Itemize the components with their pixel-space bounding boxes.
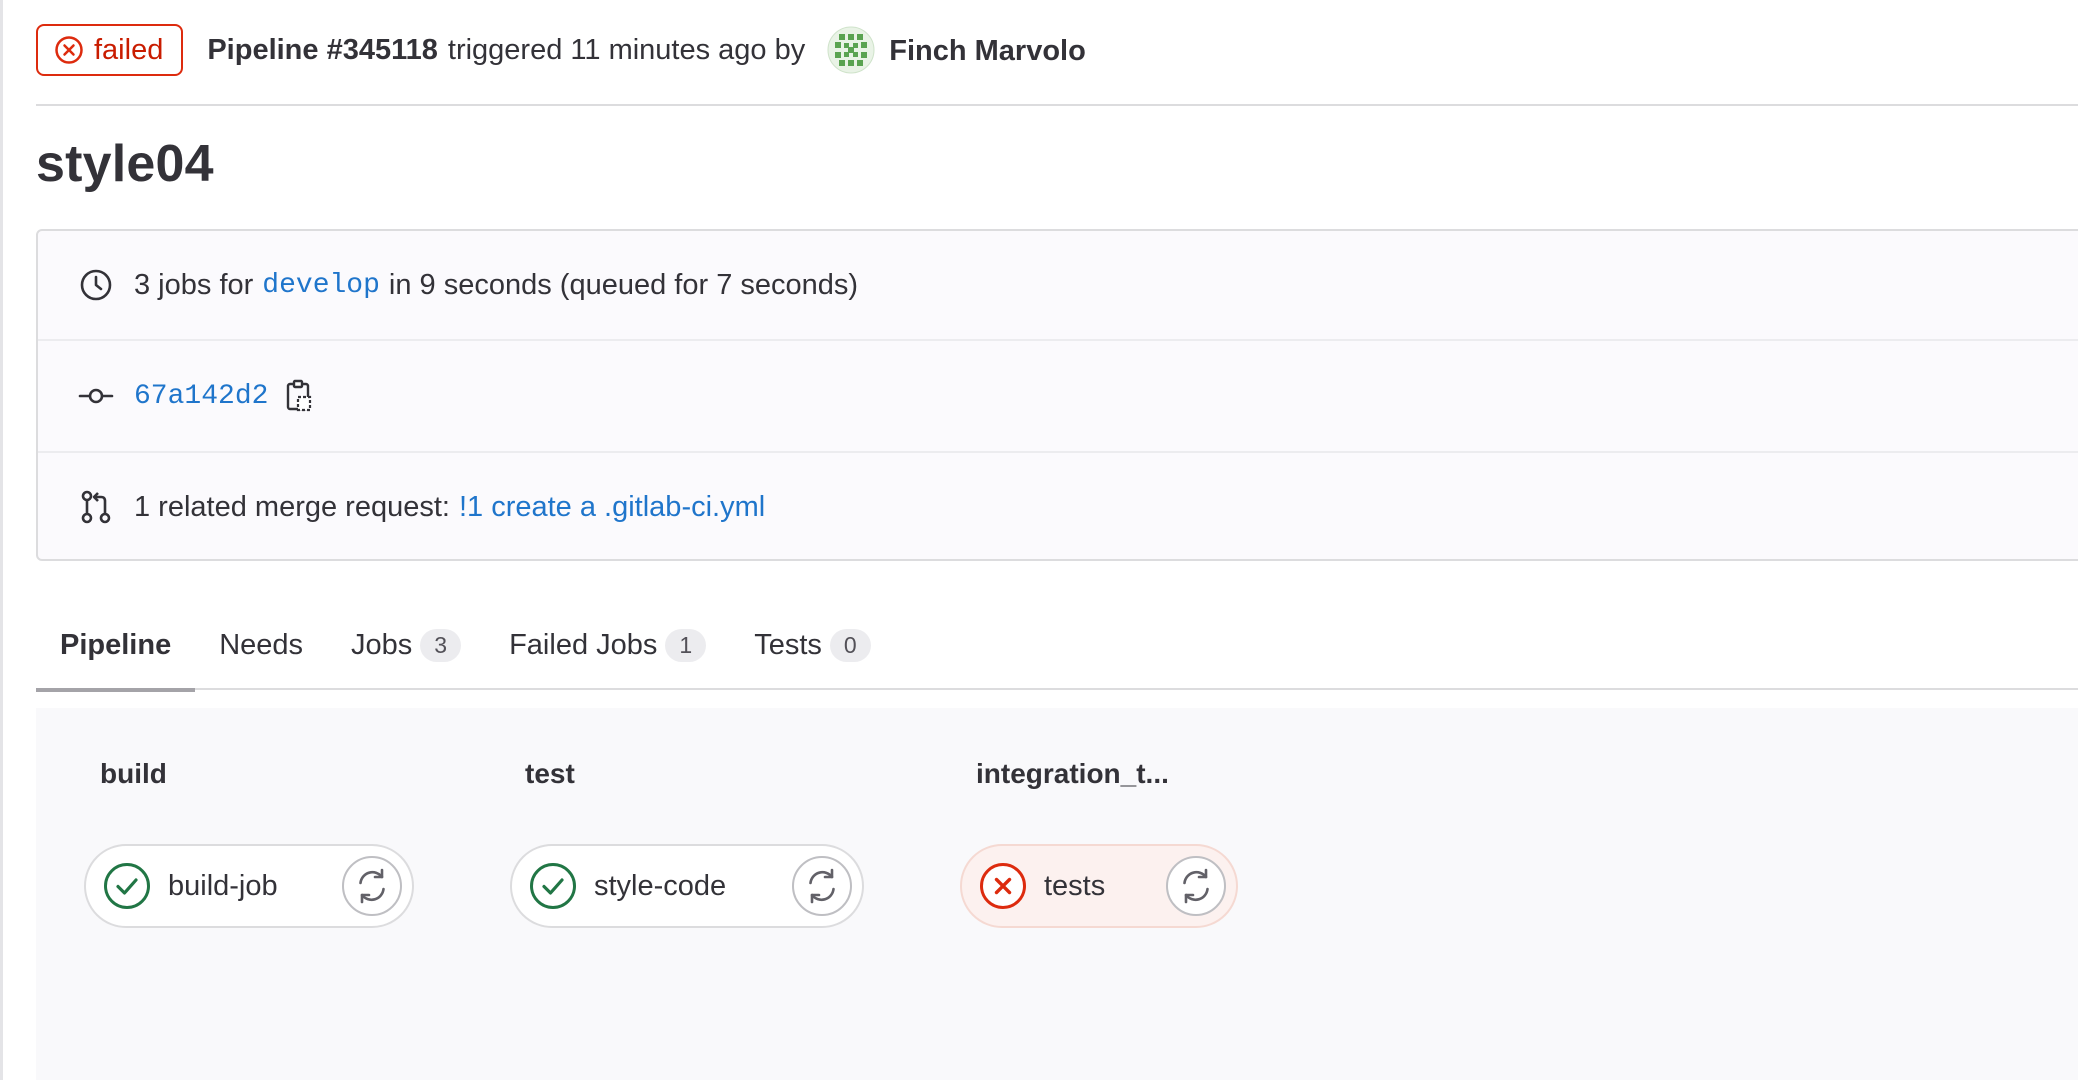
commit-sha-link[interactable]: 67a142d2 — [134, 381, 268, 412]
jobs-prefix: 3 jobs for — [134, 268, 254, 301]
merge-request-prefix: 1 related merge request: — [134, 490, 450, 523]
commit-row: 67a142d2 — [38, 341, 2078, 453]
status-success-icon — [104, 863, 150, 909]
status-badge[interactable]: failed — [36, 24, 184, 76]
retry-icon — [809, 868, 835, 904]
tab-label: Jobs — [351, 628, 413, 661]
branch-link[interactable]: develop — [262, 270, 380, 301]
left-border — [0, 0, 3, 1080]
pipeline-tabs: Pipeline Needs Jobs 3 Failed Jobs 1 Test… — [36, 600, 2078, 692]
pipeline-id: Pipeline #345118 — [207, 33, 438, 66]
tab-jobs[interactable]: Jobs 3 — [327, 600, 485, 690]
retry-button[interactable] — [342, 856, 402, 916]
status-label: failed — [94, 33, 164, 66]
merge-request-icon — [81, 490, 111, 524]
header-divider — [36, 104, 2078, 106]
copy-icon[interactable] — [284, 379, 314, 413]
clock-icon — [80, 269, 112, 301]
retry-button[interactable] — [792, 856, 852, 916]
pipeline-info-panel: 3 jobs for develop in 9 seconds (queued … — [36, 229, 2078, 561]
job-name: build-job — [168, 869, 278, 902]
tab-pipeline[interactable]: Pipeline — [36, 600, 196, 692]
tab-failed-jobs[interactable]: Failed Jobs 1 — [485, 600, 730, 690]
tab-needs[interactable]: Needs — [195, 600, 327, 690]
job-name: style-code — [594, 869, 727, 902]
tab-label: Needs — [219, 628, 304, 661]
merge-request-row: 1 related merge request: !1 create a .gi… — [38, 453, 2078, 561]
commit-icon — [78, 388, 114, 404]
pipeline-header: failed Pipeline #345118 triggered 11 min… — [36, 24, 2078, 104]
page-title: style04 — [36, 135, 214, 193]
job-style-code[interactable]: style-code — [510, 844, 864, 928]
user-name-link[interactable]: Finch Marvolo — [889, 24, 1086, 76]
status-failed-icon — [980, 863, 1026, 909]
merge-request-link[interactable]: !1 create a .gitlab-ci.yml — [459, 491, 765, 524]
retry-icon — [359, 868, 385, 904]
status-failed-icon — [55, 36, 83, 64]
stage-title: integration_t... — [976, 758, 1169, 789]
pipeline-graph: build build-job test style-code integrat… — [36, 708, 2078, 1080]
job-name: tests — [1044, 869, 1106, 902]
triggered-text: triggered 11 minutes ago by — [447, 33, 806, 66]
tab-count-badge: 0 — [829, 628, 871, 662]
tab-label: Tests — [754, 628, 822, 661]
pipeline-summary: Pipeline #345118 triggered 11 minutes ag… — [207, 24, 805, 76]
tab-label: Pipeline — [60, 628, 172, 661]
stage-title: build — [100, 758, 167, 789]
tab-count-badge: 1 — [665, 628, 707, 662]
jobs-duration: in 9 seconds (queued for 7 seconds) — [388, 268, 859, 301]
tab-count-badge: 3 — [420, 628, 462, 662]
job-tests[interactable]: tests — [960, 844, 1238, 928]
tab-tests[interactable]: Tests 0 — [730, 600, 894, 690]
status-success-icon — [530, 863, 576, 909]
jobs-summary-row: 3 jobs for develop in 9 seconds (queued … — [38, 231, 2078, 341]
stage-title: test — [525, 758, 575, 789]
retry-button[interactable] — [1166, 856, 1226, 916]
tab-label: Failed Jobs — [509, 628, 658, 661]
retry-icon — [1183, 868, 1209, 904]
job-build-job[interactable]: build-job — [84, 844, 414, 928]
user-avatar[interactable] — [827, 26, 875, 74]
